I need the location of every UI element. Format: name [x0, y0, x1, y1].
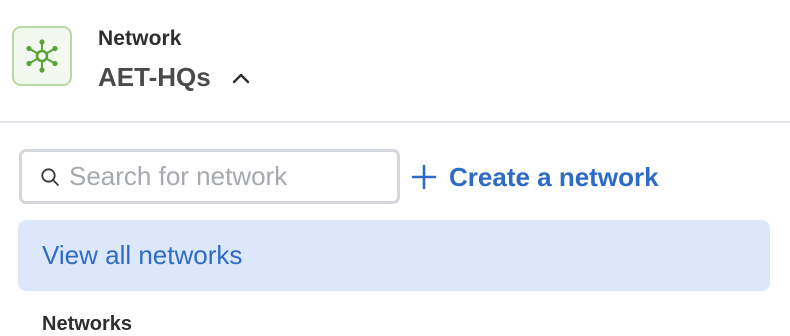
plus-icon — [410, 163, 438, 191]
network-selector[interactable]: AET-HQs — [98, 62, 251, 93]
chevron-up-icon[interactable] — [231, 68, 251, 88]
create-network-label: Create a network — [449, 161, 659, 192]
networks-section-heading: Networks — [42, 313, 133, 335]
current-network-name: AET-HQs — [98, 62, 211, 92]
network-label: Network — [98, 27, 182, 50]
network-header: Network AET-HQs — [0, 0, 790, 123]
network-search-box[interactable] — [19, 149, 400, 204]
view-all-networks-label: View all networks — [42, 240, 243, 270]
search-input[interactable] — [69, 161, 379, 192]
view-all-networks-item[interactable]: View all networks — [18, 220, 770, 291]
search-icon — [39, 166, 61, 188]
create-network-button[interactable]: Create a network — [410, 158, 659, 196]
network-switcher-panel: Network AET-HQs Create a network — [0, 0, 790, 336]
network-hub-icon — [12, 26, 72, 86]
